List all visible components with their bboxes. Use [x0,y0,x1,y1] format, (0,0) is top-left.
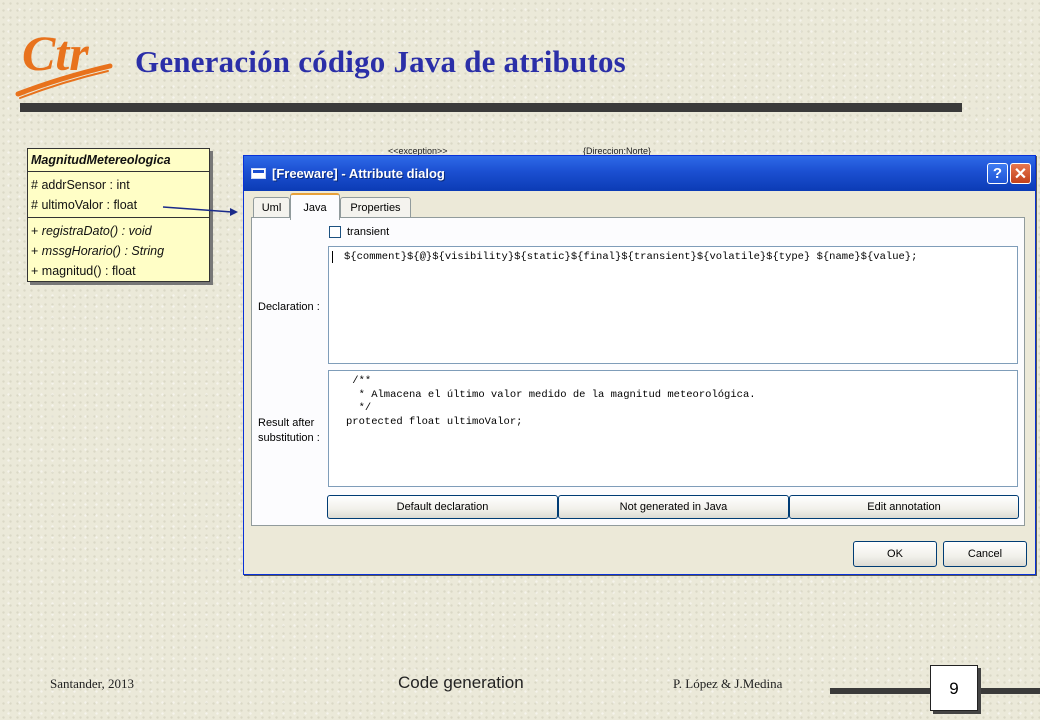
java-tab-panel: transient Declaration : ${comment}${@}${… [251,217,1025,526]
uml-operation[interactable]: + registraDato() : void [28,221,209,241]
text-caret [332,251,333,263]
tab-uml[interactable]: Uml [253,197,290,219]
result-label-line: Result after [258,417,315,429]
visibility-symbol: # [31,198,38,212]
operation-text: mssgHorario() : String [41,244,165,258]
declaration-input[interactable]: ${comment}${@}${visibility}${static}${fi… [328,246,1018,364]
uml-class-box[interactable]: MagnitudMetereologica # addrSensor : int… [27,148,210,282]
cancel-button[interactable]: Cancel [943,541,1027,567]
title-divider [20,103,962,112]
result-label: Result after substitution : [258,416,320,446]
uml-class-name: MagnitudMetereologica [28,149,209,172]
attribute-text: addrSensor : int [41,178,130,192]
footer-topic: Code generation [398,673,524,692]
close-button[interactable]: ✕ [1010,163,1031,184]
transient-checkbox[interactable] [329,226,341,238]
ctr-logo: Ctr [15,25,113,99]
result-line: protected float ultimoValor; [346,415,523,428]
uml-operation[interactable]: + mssgHorario() : String [28,241,209,261]
operation-text: magnitud() : float [41,264,136,278]
operation-text: registraDato() : void [41,224,152,238]
dialog-title: [Freeware] - Attribute dialog [272,166,445,181]
not-generated-button[interactable]: Not generated in Java [558,495,789,519]
uml-attribute[interactable]: # addrSensor : int [28,175,209,195]
uml-operations: + registraDato() : void + mssgHorario() … [28,218,209,281]
result-line: * Almacena el último valor medido de la … [346,388,756,401]
edit-annotation-button[interactable]: Edit annotation [789,495,1019,519]
result-label-line: substitution : [258,432,320,444]
window-icon [251,168,266,179]
visibility-symbol: # [31,178,38,192]
declaration-label: Declaration : [258,301,320,313]
visibility-symbol: + [31,264,39,278]
uml-attributes: # addrSensor : int # ultimoValor : float [28,172,209,218]
tab-java[interactable]: Java [290,193,340,220]
page-number: 9 [930,665,978,711]
slide-title: Generación código Java de atributos [135,44,626,79]
footer-authors: P. López & J.Medina [673,676,783,691]
declaration-text: ${comment}${@}${visibility}${static}${fi… [344,251,918,263]
attribute-dialog: [Freeware] - Attribute dialog ? ✕ Uml Ja… [243,155,1036,575]
uml-attribute[interactable]: # ultimoValor : float [28,195,209,215]
result-line: /** [346,375,372,387]
ok-button[interactable]: OK [853,541,937,567]
question-mark-icon: ? [992,165,1003,182]
attribute-text: ultimoValor : float [41,198,138,212]
logo-text: Ctr [22,25,89,81]
help-button[interactable]: ? [987,163,1008,184]
result-textarea[interactable]: /** * Almacena el último valor medido de… [328,370,1018,487]
footer-location: Santander, 2013 [50,676,134,691]
transient-label: transient [347,226,390,238]
uml-operation[interactable]: + magnitud() : float [28,261,209,281]
close-icon: ✕ [1013,165,1028,183]
visibility-symbol: + [31,224,39,238]
default-declaration-button[interactable]: Default declaration [327,495,558,519]
dialog-titlebar[interactable]: [Freeware] - Attribute dialog ? ✕ [244,156,1035,191]
tab-properties[interactable]: Properties [340,197,411,219]
visibility-symbol: + [31,244,39,258]
result-line: */ [346,402,372,414]
